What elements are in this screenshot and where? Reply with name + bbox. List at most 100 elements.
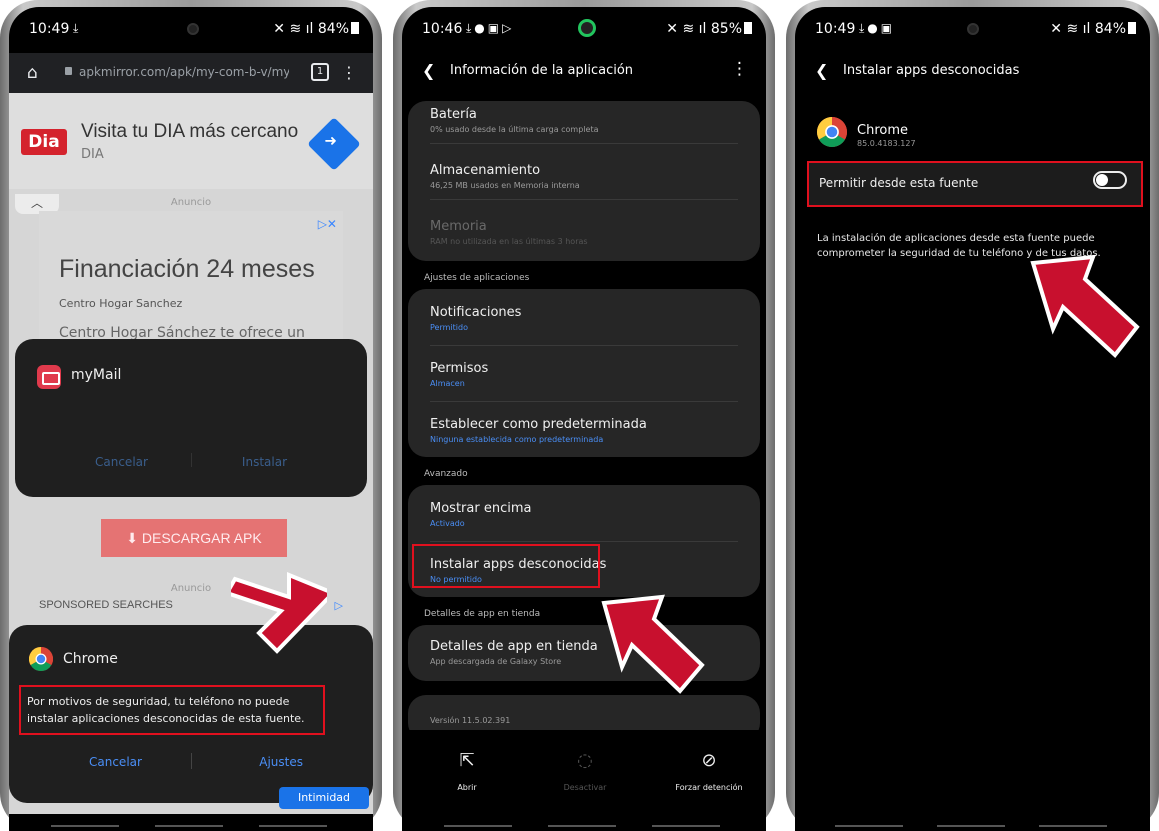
pointer-arrow-icon (601, 594, 705, 694)
force-stop-button[interactable]: ⊘ Forzar detención (664, 750, 754, 792)
nav-bar (402, 814, 766, 831)
page-title: Información de la aplicación (450, 63, 634, 78)
tab-switcher-button[interactable]: 1 (311, 63, 329, 81)
signal-icon: ✕ ≋ ıl (666, 21, 711, 37)
section-app-settings: Ajustes de aplicaciones (424, 273, 530, 283)
nav-bar (9, 814, 373, 831)
directions-icon[interactable]: ➜ (307, 117, 361, 171)
allow-source-label: Permitir desde esta fuente (819, 176, 979, 190)
nav-home[interactable] (548, 825, 616, 827)
screen: 10:46 ⤓●▣▷ ✕ ≋ ıl 85% ❮ Información de l… (402, 7, 766, 831)
sponsored-label: SPONSORED SEARCHES (39, 599, 173, 611)
camera (578, 19, 596, 37)
ad-banner[interactable]: Dia Visita tu DIA más cercano DIA ➜ (9, 93, 373, 189)
ad-title[interactable]: Visita tu DIA más cercano (81, 121, 298, 143)
ad-subtitle: DIA (81, 147, 104, 162)
disable-icon: ◌ (577, 750, 593, 771)
open-external-icon: ⇱ (459, 750, 475, 771)
security-message: Por motivos de seguridad, tu teléfono no… (19, 685, 325, 735)
camera (187, 23, 199, 35)
nav-bar (795, 814, 1150, 831)
app-name: Chrome (857, 123, 908, 138)
nav-recent[interactable] (51, 825, 119, 827)
url-field[interactable]: apkmirror.com/apk/my-com-b-v/myma (79, 65, 289, 79)
row-notifications[interactable]: Notificaciones Permitido (430, 305, 738, 332)
row-permissions[interactable]: Permisos Almacen (430, 361, 738, 388)
battery-icon (1128, 22, 1136, 34)
pointer-arrow-icon (1030, 254, 1140, 358)
battery-percent: 84% (1094, 21, 1126, 37)
adchoices-icon[interactable]: ▷✕ (318, 217, 337, 231)
browser-toolbar: ⌂ apkmirror.com/apk/my-com-b-v/myma 1 ⋮ (9, 53, 373, 93)
app-version: 85.0.4183.127 (857, 139, 916, 148)
force-stop-icon: ⊘ (701, 750, 717, 771)
row-title: Establecer como predeterminada (430, 417, 647, 432)
highlight-box (412, 544, 600, 588)
ad-headline: Financiación 24 meses (59, 255, 315, 283)
row-default[interactable]: Establecer como predeterminada Ninguna e… (430, 417, 738, 444)
more-icon[interactable]: ⋮ (731, 59, 748, 79)
download-apk-label: DESCARGAR APK (141, 530, 262, 546)
disable-button: ◌ Desactivar (540, 750, 630, 792)
app-bar: ❮ Información de la aplicación ⋮ (402, 57, 766, 91)
row-subtitle: 46,25 MB usados en Memoria interna (430, 181, 580, 190)
phone-app-info: 10:46 ⤓●▣▷ ✕ ≋ ıl 85% ❮ Información de l… (393, 0, 775, 831)
back-icon[interactable]: ❮ (815, 61, 828, 80)
ad-card[interactable]: ▷✕ Financiación 24 meses Centro Hogar Sa… (39, 211, 343, 357)
section-advanced: Avanzado (424, 469, 468, 479)
row-title: Almacenamiento (430, 163, 541, 178)
phone-browser: 10:49 ⤓ ✕ ≋ ıl 84% ⌂ apkmirror.com/apk/m… (0, 0, 382, 831)
status-right: ✕ ≋ ıl 84% (1050, 21, 1136, 37)
adchoices-icon-2[interactable]: ▷ (335, 599, 343, 612)
camera (967, 23, 979, 35)
mymail-cancel-button[interactable]: Cancelar (95, 455, 148, 469)
dialog-cancel-button[interactable]: Cancelar (89, 755, 142, 769)
mymail-icon (37, 365, 61, 389)
status-right: ✕ ≋ ıl 84% (273, 21, 359, 37)
row-draw-over[interactable]: Mostrar encima Activado (430, 501, 738, 528)
version-text: Versión 11.5.02.391 (430, 716, 511, 725)
nav-recent[interactable] (835, 825, 903, 827)
row-storage[interactable]: Almacenamiento 46,25 MB usados en Memori… (430, 163, 738, 190)
row-battery[interactable]: Batería 0% usado desde la última carga c… (430, 107, 738, 134)
status-time: 10:49 (815, 21, 856, 37)
dialog-separator-2 (191, 753, 192, 769)
row-title: Permisos (430, 361, 489, 376)
notification-icons: ⤓●▣▷ (466, 21, 515, 35)
open-label: Abrir (457, 783, 477, 792)
app-settings-card: Notificaciones Permitido Permisos Almace… (408, 289, 760, 457)
battery-icon (744, 22, 752, 34)
privacy-button[interactable]: Intimidad (279, 787, 369, 809)
dialog-settings-button[interactable]: Ajustes (259, 755, 303, 769)
force-stop-label: Forzar detención (675, 783, 743, 792)
mymail-install-dialog: myMail Cancelar Instalar (15, 339, 367, 497)
row-subtitle: 0% usado desde la última carga completa (430, 125, 599, 134)
nav-home[interactable] (155, 825, 223, 827)
signal-icon: ✕ ≋ ıl (1050, 21, 1095, 37)
nav-back[interactable] (652, 825, 720, 827)
battery-icon (351, 22, 359, 34)
open-button[interactable]: ⇱ Abrir (422, 750, 512, 792)
allow-source-row[interactable]: Permitir desde esta fuente (807, 161, 1143, 207)
version-row: Versión 11.5.02.391 (430, 713, 738, 725)
chrome-icon (29, 647, 53, 671)
row-memory[interactable]: Memoria RAM no utilizada en las últimas … (430, 219, 738, 246)
ad-label: Anuncio (170, 197, 212, 208)
disable-label: Desactivar (563, 783, 607, 792)
pointer-arrow-icon (231, 572, 327, 654)
row-title: Notificaciones (430, 305, 522, 320)
row-title: Mostrar encima (430, 501, 532, 516)
more-icon[interactable]: ⋮ (341, 63, 357, 82)
mymail-install-button[interactable]: Instalar (242, 455, 287, 469)
nav-back[interactable] (1039, 825, 1107, 827)
nav-recent[interactable] (444, 825, 512, 827)
allow-source-toggle[interactable] (1093, 171, 1127, 189)
phone-unknown-apps: 10:49 ⤓●▣ ✕ ≋ ıl 84% ❮ Instalar apps des… (786, 0, 1159, 831)
lock-icon (65, 67, 72, 75)
nav-home[interactable] (937, 825, 1005, 827)
home-icon[interactable]: ⌂ (27, 63, 38, 83)
row-subtitle: RAM no utilizada en las últimas 3 horas (430, 237, 588, 246)
back-icon[interactable]: ❮ (422, 61, 435, 80)
page-title: Instalar apps desconocidas (843, 63, 1020, 78)
nav-back[interactable] (259, 825, 327, 827)
